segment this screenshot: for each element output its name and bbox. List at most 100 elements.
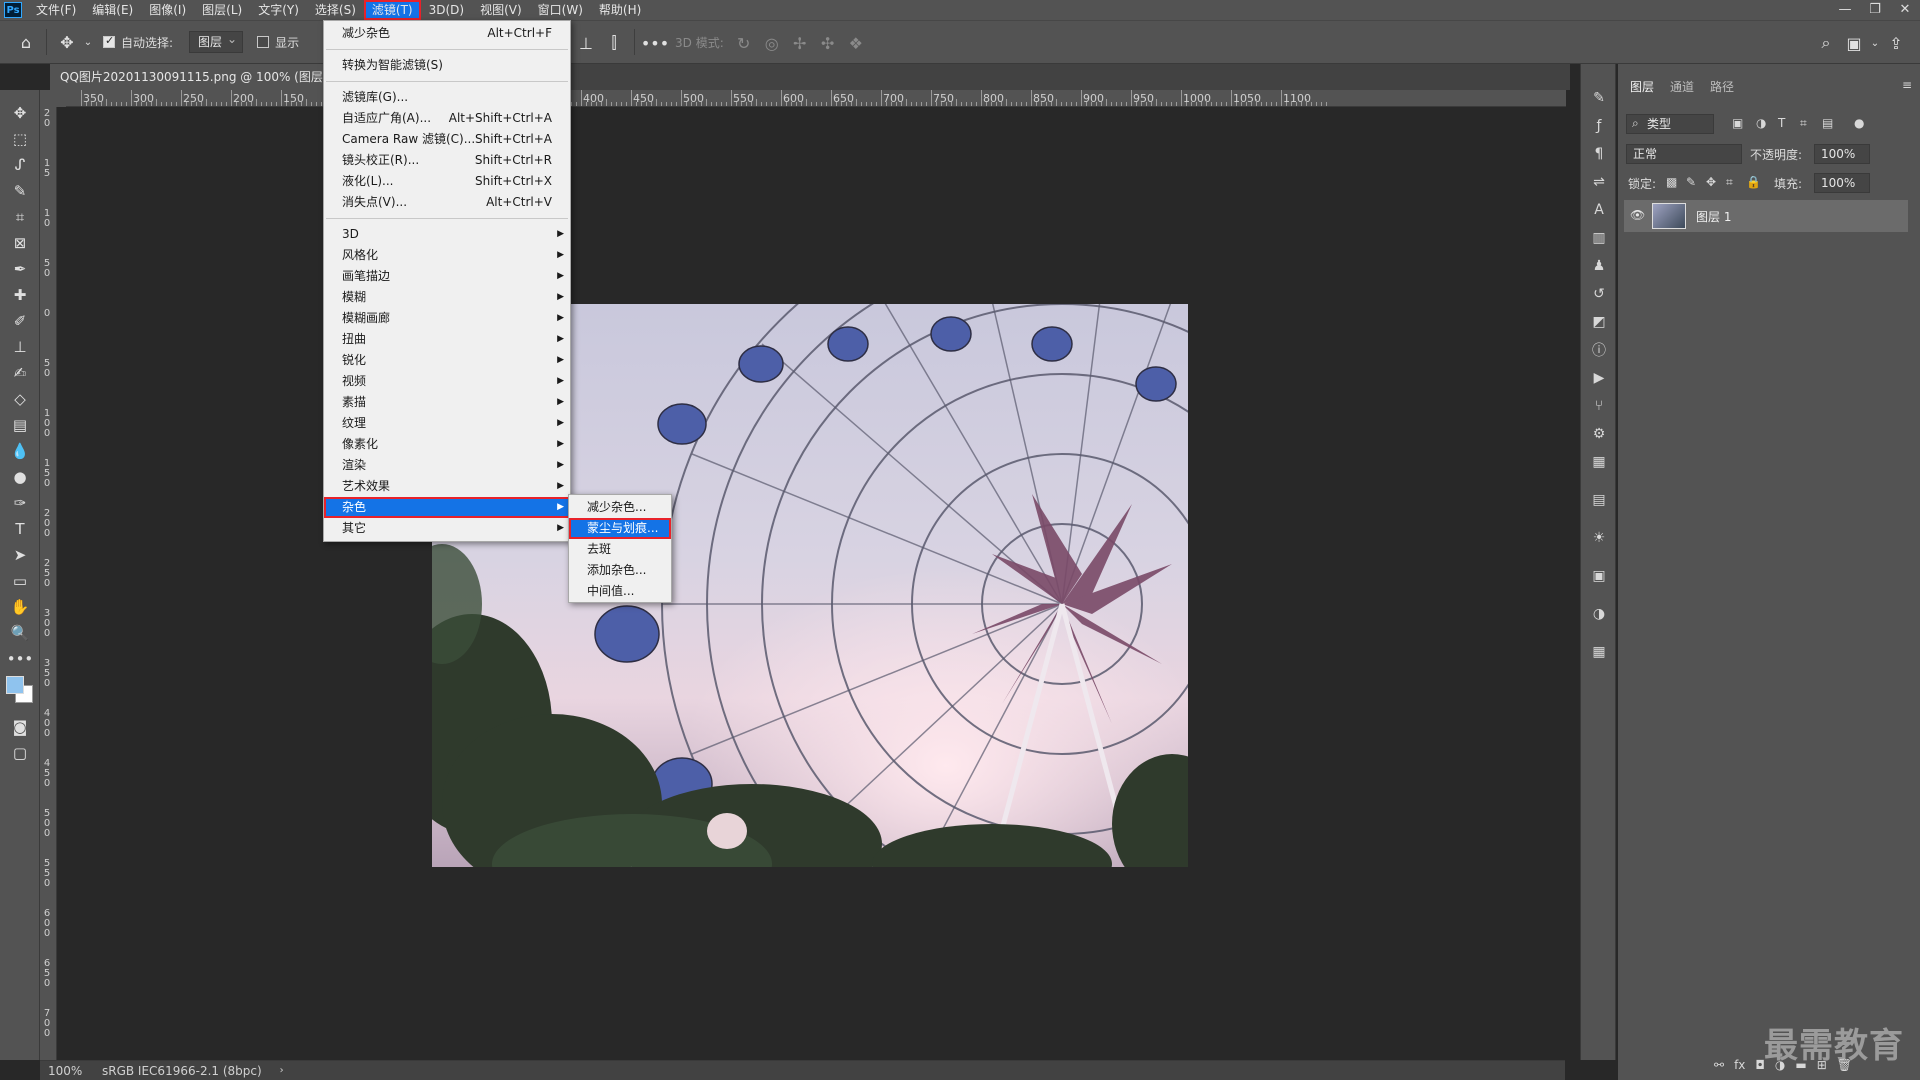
gradient-panel-icon[interactable]: ▦ xyxy=(1581,638,1617,666)
panel-menu-icon[interactable]: ≡ xyxy=(1902,78,1912,92)
search-icon[interactable]: ⌕ xyxy=(1812,29,1840,57)
filter-menu-item[interactable]: 像素化 ▶ xyxy=(324,434,570,455)
blur-tool-icon[interactable]: 💧 xyxy=(0,438,40,464)
layer-name[interactable]: 图层 1 xyxy=(1696,208,1731,225)
minimize-button[interactable]: — xyxy=(1830,0,1860,20)
dodge-tool-icon[interactable]: ● xyxy=(0,464,40,490)
zoom-level[interactable]: 100% xyxy=(48,1064,90,1078)
filter-menu-item[interactable]: 镜头校正(R)... Shift+Ctrl+R xyxy=(324,150,570,171)
filter-menu-item[interactable]: 渲染 ▶ xyxy=(324,455,570,476)
3d-slide-icon[interactable]: ✣ xyxy=(814,29,842,57)
close-button[interactable]: ✕ xyxy=(1890,0,1920,20)
more-options-icon[interactable]: ••• xyxy=(641,29,669,57)
filter-menu-item[interactable]: 其它 ▶ xyxy=(324,518,570,539)
screen-mode-icon[interactable]: ▢ xyxy=(0,740,40,766)
menu-item-4[interactable]: 文字(Y) xyxy=(250,0,307,20)
menu-item-2[interactable]: 图像(I) xyxy=(141,0,194,20)
noise-submenu-item[interactable]: 添加杂色... xyxy=(569,560,671,581)
chevron-down-icon[interactable]: ⌄ xyxy=(1868,29,1882,57)
filter-menu-item[interactable]: 转换为智能滤镜(S) xyxy=(324,55,570,76)
filter-menu-item[interactable]: 锐化 ▶ xyxy=(324,350,570,371)
info-icon[interactable]: ⓘ xyxy=(1581,336,1617,364)
history-brush-tool-icon[interactable]: ✍ xyxy=(0,360,40,386)
share-icon[interactable]: ⇪ xyxy=(1882,29,1910,57)
notes-icon[interactable]: ▤ xyxy=(1581,486,1617,514)
history-icon[interactable]: ↺ xyxy=(1581,280,1617,308)
chevron-down-icon[interactable]: ⌄ xyxy=(81,28,95,56)
align-bottom-icon[interactable]: ⊥ xyxy=(572,29,600,57)
filter-menu-item[interactable]: 纹理 ▶ xyxy=(324,413,570,434)
lasso-tool-icon[interactable]: ᔑ xyxy=(0,152,40,178)
filter-menu-item[interactable]: 素描 ▶ xyxy=(324,392,570,413)
clone-source-icon[interactable]: ♟ xyxy=(1581,252,1617,280)
lock-position-icon[interactable]: ✥ xyxy=(1706,175,1716,189)
link-layers-icon[interactable]: ⚯ xyxy=(1714,1058,1724,1072)
more-tools-icon[interactable]: ••• xyxy=(0,646,40,672)
move-tool-icon[interactable]: ✥ xyxy=(0,100,40,126)
3d-pan-icon[interactable]: ✢ xyxy=(786,29,814,57)
document-tab[interactable]: QQ图片20201130091115.png @ 100% (图层 1, xyxy=(50,64,350,90)
filter-menu-item[interactable]: 自适应广角(A)... Alt+Shift+Ctrl+A xyxy=(324,108,570,129)
filter-menu-item[interactable]: 扭曲 ▶ xyxy=(324,329,570,350)
tab-paths[interactable]: 路径 xyxy=(1710,78,1734,95)
show-transform-checkbox[interactable] xyxy=(257,36,270,48)
menu-item-10[interactable]: 帮助(H) xyxy=(591,0,649,20)
crop-tool-icon[interactable]: ⌗ xyxy=(0,204,40,230)
foreground-color-swatch[interactable] xyxy=(6,676,24,694)
quick-select-tool-icon[interactable]: ✎ xyxy=(0,178,40,204)
light-icon[interactable]: ☀ xyxy=(1581,524,1617,552)
menu-item-1[interactable]: 编辑(E) xyxy=(84,0,141,20)
workspace-icon[interactable]: ▣ xyxy=(1840,29,1868,57)
gradient-tool-icon[interactable]: ▤ xyxy=(0,412,40,438)
noise-submenu-item[interactable]: 蒙尘与划痕... xyxy=(569,518,671,539)
marquee-tool-icon[interactable]: ⬚ xyxy=(0,126,40,152)
filter-smart-object-icon[interactable]: ▤ xyxy=(1822,116,1833,130)
filter-menu-item[interactable]: 消失点(V)... Alt+Ctrl+V xyxy=(324,192,570,213)
layer-row[interactable]: 👁 图层 1 xyxy=(1624,200,1908,232)
vertical-ruler[interactable]: 2 0 1 5 1 0 5 0 0 5 0 1 0 0 1 5 0 2 0 0 2 5 0 3 0 … xyxy=(40,107,57,1067)
menu-item-5[interactable]: 选择(S) xyxy=(307,0,364,20)
paragraph-icon[interactable]: ¶ xyxy=(1581,140,1617,168)
filter-menu-item[interactable]: Camera Raw 滤镜(C)... Shift+Ctrl+A xyxy=(324,129,570,150)
quick-mask-icon[interactable]: ◙ xyxy=(0,714,40,740)
move-tool-icon[interactable]: ✥ xyxy=(53,28,81,56)
opacity-field[interactable]: 100% xyxy=(1814,144,1870,164)
chevron-right-icon[interactable]: › xyxy=(280,1065,284,1076)
tab-layers[interactable]: 图层 xyxy=(1630,78,1654,95)
eraser-tool-icon[interactable]: ◇ xyxy=(0,386,40,412)
character-icon[interactable]: A xyxy=(1581,196,1617,224)
noise-submenu-item[interactable]: 去斑 xyxy=(569,539,671,560)
filter-menu-item[interactable]: 艺术效果 ▶ xyxy=(324,476,570,497)
3d-orbit-icon[interactable]: ↻ xyxy=(730,29,758,57)
layer-filter-kind-select[interactable]: 类型 xyxy=(1626,114,1714,134)
zoom-tool-icon[interactable]: 🔍 xyxy=(0,620,40,646)
pen-tool-icon[interactable]: ✑ xyxy=(0,490,40,516)
filter-menu-item[interactable]: 画笔描边 ▶ xyxy=(324,266,570,287)
filter-menu-item[interactable]: 减少杂色 Alt+Ctrl+F xyxy=(324,23,570,44)
rectangle-tool-icon[interactable]: ▭ xyxy=(0,568,40,594)
brush-tool-icon[interactable]: ✐ xyxy=(0,308,40,334)
align-left-icon[interactable]: ⫿ xyxy=(600,29,628,57)
filter-menu-item[interactable]: 3D ▶ xyxy=(324,224,570,245)
properties-icon[interactable]: ◩ xyxy=(1581,308,1617,336)
fill-field[interactable]: 100% xyxy=(1814,173,1870,193)
brush-settings-icon[interactable]: ✎ xyxy=(1581,84,1617,112)
healing-brush-tool-icon[interactable]: ✚ xyxy=(0,282,40,308)
auto-select-checkbox[interactable] xyxy=(103,34,115,48)
filter-menu-item[interactable]: 视频 ▶ xyxy=(324,371,570,392)
lock-transparent-icon[interactable]: ▩ xyxy=(1666,175,1677,189)
restore-button[interactable]: ❐ xyxy=(1860,0,1890,20)
brushes-icon[interactable]: ƒ xyxy=(1581,112,1617,140)
menu-item-7[interactable]: 3D(D) xyxy=(421,0,472,20)
adjustment-layer-icon[interactable]: ◑ xyxy=(1581,600,1617,628)
noise-submenu-item[interactable]: 减少杂色... xyxy=(569,497,671,518)
paths-icon[interactable]: ⑂ xyxy=(1581,392,1617,420)
filter-shape-icon[interactable]: ⌗ xyxy=(1800,116,1807,131)
horizontal-ruler[interactable]: 3503002502001501502002503003504004505005… xyxy=(66,90,1566,107)
auto-select-target-select[interactable]: 图层 xyxy=(189,29,244,53)
frame-tool-icon[interactable]: ⊠ xyxy=(0,230,40,256)
layer-style-icon[interactable]: fx xyxy=(1734,1058,1745,1072)
3d-icon[interactable]: ⚙ xyxy=(1581,420,1617,448)
tab-channels[interactable]: 通道 xyxy=(1670,78,1694,95)
3d-scale-icon[interactable]: ❖ xyxy=(842,29,870,57)
